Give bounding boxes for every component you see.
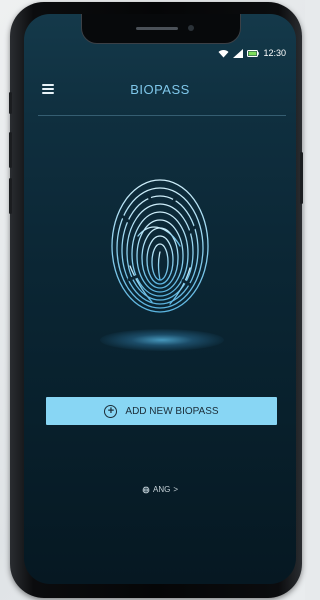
chevron-right-icon: > <box>173 485 178 494</box>
language-selector[interactable]: ANG > <box>24 485 296 494</box>
device-background: 12:30 BIOPASS + ADD NEW BIOPASS ANG > <box>0 0 305 600</box>
add-new-biopass-button[interactable]: + ADD NEW BIOPASS <box>46 397 277 425</box>
add-button-label: ADD NEW BIOPASS <box>125 405 219 417</box>
phone-side-button <box>9 132 12 168</box>
fingerprint-icon <box>111 179 209 313</box>
header-divider <box>38 115 286 116</box>
battery-icon <box>247 49 260 57</box>
app-screen: 12:30 BIOPASS + ADD NEW BIOPASS ANG > <box>24 14 296 584</box>
fingerprint-glow <box>100 329 224 351</box>
page-title: BIOPASS <box>130 82 190 97</box>
front-camera <box>188 25 194 31</box>
signal-icon <box>233 48 244 58</box>
phone-side-button <box>9 92 12 114</box>
phone-side-button <box>300 152 303 204</box>
globe-icon <box>142 486 150 493</box>
wifi-icon <box>218 49 229 58</box>
speaker-grille <box>136 27 178 30</box>
phone-side-button <box>9 178 12 214</box>
status-bar: 12:30 <box>218 47 286 59</box>
app-header: BIOPASS <box>24 74 296 104</box>
status-time: 12:30 <box>263 48 286 58</box>
phone-notch <box>81 14 241 44</box>
language-label: ANG <box>152 485 171 494</box>
plus-circle-icon: + <box>104 404 118 418</box>
